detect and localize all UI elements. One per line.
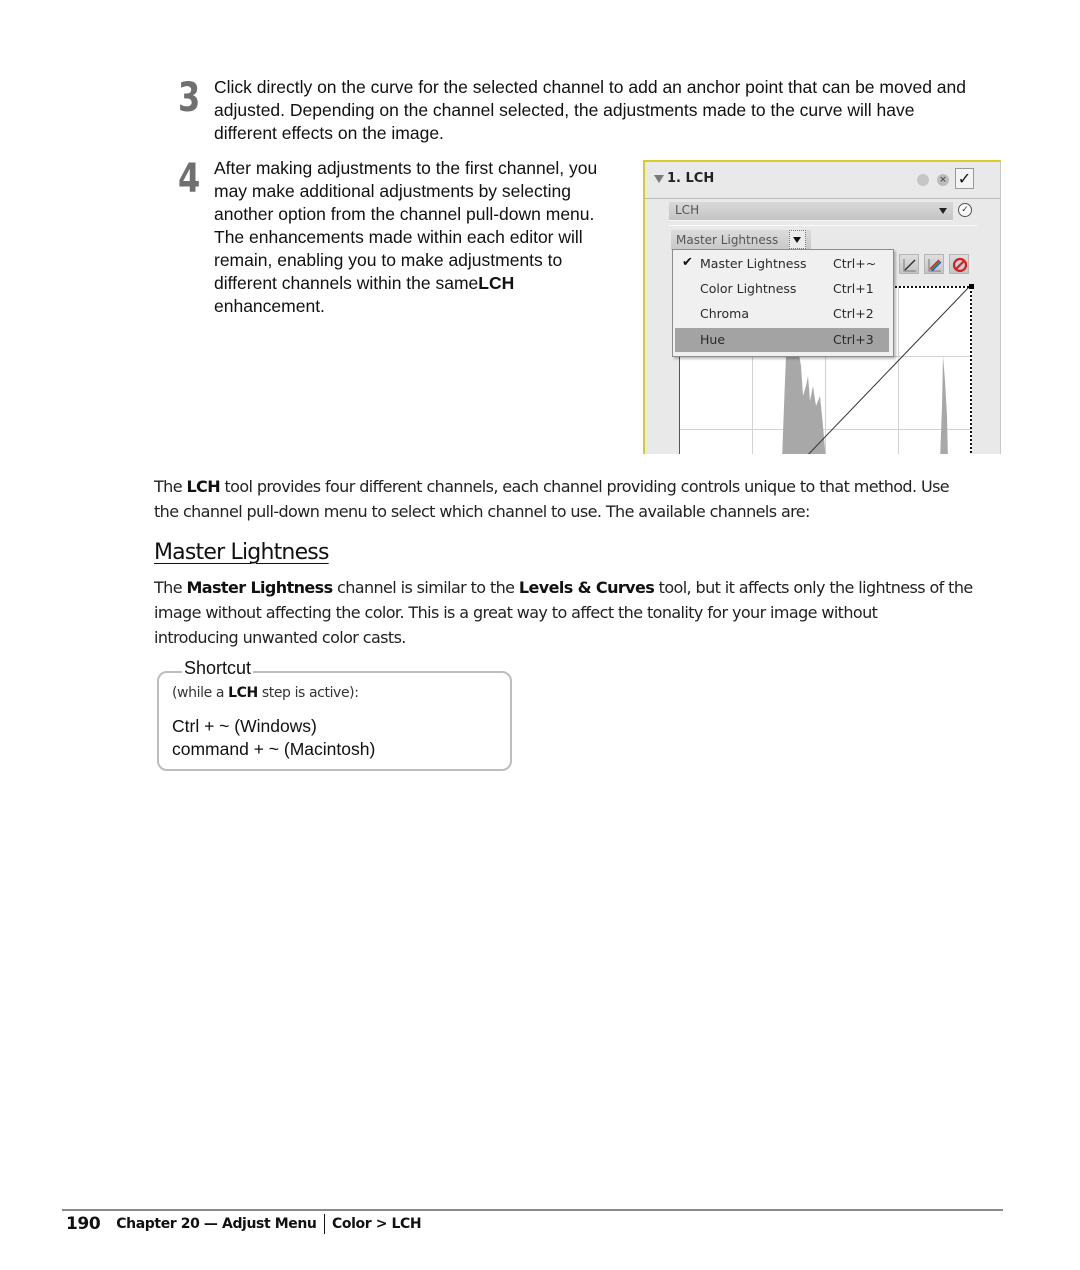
text-run: channel is similar to the [332,578,519,597]
channel-select-value: Master Lightness [676,233,779,247]
bold-term: LCH [478,273,515,293]
channel-dropdown-button[interactable] [789,230,806,249]
curve-tool-button[interactable] [899,254,919,274]
menu-item-label: Chroma [700,306,749,321]
collapse-triangle-icon[interactable] [654,175,664,183]
histogram-peak-right [940,356,948,454]
histogram-peak-main [782,346,826,454]
channel-menu: ✔ Master Lightness Ctrl+~ Color Lightnes… [672,249,894,357]
step-3-line: different effects on the image. [214,123,444,143]
shortcut-mac: command + ~ (Macintosh) [172,739,376,759]
text-run: different channels within the same [214,273,479,293]
curve-anchor-point[interactable] [969,284,974,289]
panel-header: 1. LCH × ✓ [645,162,1000,199]
prohibited-icon [952,257,968,273]
color-curve-icon [928,259,942,272]
menu-item-shortcut: Ctrl+2 [833,306,874,321]
check-icon: ✔ [682,255,693,270]
menu-item-color-lightness[interactable]: Color Lightness Ctrl+1 [675,277,889,301]
text-run: The [154,578,187,597]
menu-item-shortcut: Ctrl+~ [833,256,877,271]
page-footer: 190 Chapter 20 — Adjust Menu Color > LCH [66,1214,422,1234]
bold-term: Levels & Curves [518,578,655,597]
divider [669,225,977,226]
section-title: Color > LCH [332,1216,422,1232]
shortcut-note: (while a LCH step is active): [172,685,359,701]
shortcut-windows: Ctrl + ~ (Windows) [172,716,317,736]
footer-rule [62,1209,1003,1211]
curve-icon [903,259,916,272]
menu-item-label: Hue [700,332,726,347]
step-number: 3 [178,75,201,121]
step-4-line: enhancement. [214,296,325,316]
text-run: (while a [172,685,229,701]
menu-item-master-lightness[interactable]: ✔ Master Lightness Ctrl+~ [675,252,889,276]
step-4-line: After making adjustments to the first ch… [214,158,598,178]
graph-border [970,286,972,454]
enable-checkbox[interactable]: ✓ [955,168,974,189]
step-3-line: adjusted. Depending on the channel selec… [214,100,915,120]
paragraph-line: The Master Lightness channel is similar … [154,575,973,600]
section-heading: Master Lightness [154,540,329,565]
color-curve-tool-button[interactable] [924,254,944,274]
menu-item-label: Master Lightness [700,256,807,271]
reset-curve-button[interactable] [949,254,969,274]
chevron-down-icon [939,208,947,214]
menu-item-hue[interactable]: Hue Ctrl+3 [675,328,889,352]
text-run: The [154,477,187,496]
reset-preset-icon[interactable]: ✓ [958,203,972,217]
shortcut-title: Shortcut [182,658,254,679]
bold-term: Master Lightness [186,578,333,597]
step-4-line: The enhancements made within each editor… [214,227,583,247]
section-paragraph: The Master Lightness channel is similar … [154,575,973,650]
bold-term: LCH [228,685,258,701]
chapter-title: Chapter 20 — Adjust Menu [116,1216,317,1232]
step-number: 4 [178,156,201,202]
text-run: tool, but it affects only the lightness … [654,578,974,597]
text-run: tool provides four different channels, e… [219,477,950,496]
close-icon[interactable]: × [937,174,949,186]
step-4-text: After making adjustments to the first ch… [214,157,597,318]
menu-item-shortcut: Ctrl+3 [833,332,874,347]
text-run: step is active): [257,685,359,701]
step-4-line: remain, enabling you to make adjustments… [214,250,563,270]
step-4-line: another option from the channel pull-dow… [214,204,595,224]
lch-panel-screenshot: 1. LCH × ✓ LCH ✓ Master Lightness ✔ Mast… [643,160,1001,454]
step-4-line: may make additional adjustments by selec… [214,181,571,201]
paragraph-line: introducing unwanted color casts. [154,628,406,647]
footer-separator [323,1214,325,1234]
step-3-line: Click directly on the curve for the sele… [214,77,966,97]
page-number: 190 [66,1214,101,1234]
paragraph-line: The LCH tool provides four different cha… [154,474,950,499]
bold-term: LCH [186,477,220,496]
menu-item-label: Color Lightness [700,281,797,296]
menu-item-chroma[interactable]: Chroma Ctrl+2 [675,302,889,326]
minimize-icon[interactable] [917,174,929,186]
menu-item-shortcut: Ctrl+1 [833,281,874,296]
panel-title: 1. LCH [667,171,715,186]
paragraph-line: the channel pull-down menu to select whi… [154,502,810,521]
paragraph-line: image without affecting the color. This … [154,603,878,622]
step-3-text: Click directly on the curve for the sele… [214,76,966,145]
step-4-line: different channels within the sameLCH [214,272,597,295]
intro-paragraph: The LCH tool provides four different cha… [154,474,950,524]
preset-select[interactable]: LCH [669,202,953,221]
preset-select-value: LCH [675,203,700,217]
